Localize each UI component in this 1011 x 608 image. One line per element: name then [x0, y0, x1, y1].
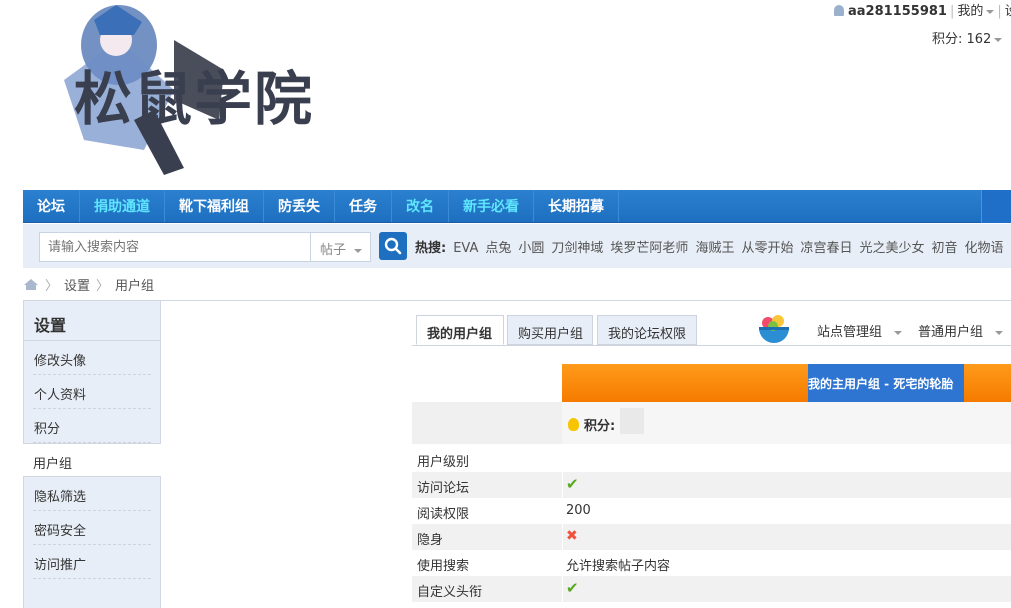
- chevron-down-icon: [894, 330, 903, 335]
- nav-item[interactable]: 靴下福利组: [165, 190, 264, 222]
- permission-row: 用户级别: [412, 446, 1011, 472]
- tab-forum-permissions[interactable]: 我的论坛权限: [597, 315, 697, 345]
- user-score-menu[interactable]: 积分: 162: [932, 28, 1003, 47]
- chevron-down-icon: [994, 37, 1003, 42]
- sidebar-item[interactable]: 密码安全: [33, 511, 151, 545]
- divider: [160, 300, 1011, 301]
- chevron-down-icon: [995, 330, 1004, 335]
- hot-search-link[interactable]: 凉宫春日: [800, 241, 852, 256]
- tab-my-usergroup[interactable]: 我的用户组: [416, 315, 504, 345]
- search-button[interactable]: [379, 232, 407, 260]
- sidebar-item[interactable]: 积分: [33, 409, 151, 443]
- column-divider: [562, 550, 563, 576]
- settings-link[interactable]: 设: [1005, 4, 1011, 19]
- score-label: 积分:: [568, 415, 615, 434]
- hot-search-link[interactable]: 光之美少女: [859, 241, 924, 256]
- sidebar: 设置 修改头像 个人资料 积分 用户组 隐私筛选 密码安全 访问推广: [23, 300, 161, 608]
- hot-search-link[interactable]: 初音: [932, 241, 958, 256]
- main-nav: 论坛 捐助通道 靴下福利组 防丢失 任务 改名 新手必看 长期招募: [23, 190, 1011, 223]
- search-box: [39, 232, 311, 262]
- permission-row: 自定义头衔 ✔: [412, 576, 1011, 602]
- check-icon: ✔: [566, 579, 579, 597]
- nav-item[interactable]: 捐助通道: [80, 190, 165, 222]
- logo-text: 松鼠学院: [74, 65, 315, 133]
- breadcrumb-usergroup[interactable]: 用户组: [115, 279, 154, 294]
- breadcrumb: 〉设置〉用户组: [23, 275, 154, 294]
- hot-search-link[interactable]: 海贼王: [695, 241, 734, 256]
- tab-buy-usergroup[interactable]: 购买用户组: [507, 315, 593, 345]
- sidebar-item[interactable]: 隐私筛选: [33, 477, 151, 511]
- home-icon[interactable]: [23, 278, 39, 291]
- permission-label: 阅读权限: [417, 507, 470, 522]
- my-menu[interactable]: 我的: [957, 4, 995, 19]
- permission-row: 阅读权限 200: [412, 498, 1011, 524]
- search-icon: [384, 237, 402, 255]
- dropdown-normal-user[interactable]: 普通用户组: [918, 321, 1004, 340]
- group-title: 我的主用户组 - 死宅的轮胎: [808, 364, 964, 402]
- permission-value: 200: [566, 503, 591, 518]
- breadcrumb-settings[interactable]: 设置: [64, 279, 90, 294]
- nav-item[interactable]: 论坛: [23, 190, 80, 222]
- hot-search-link[interactable]: 刀剑神域: [551, 241, 603, 256]
- search-type-select[interactable]: 帖子: [311, 232, 371, 262]
- permission-label: 使用搜索: [417, 559, 470, 574]
- nav-item[interactable]: 任务: [335, 190, 392, 222]
- username-link[interactable]: aa281155981: [848, 4, 947, 19]
- chevron-down-icon: [354, 248, 363, 253]
- permission-label: 自定义头衔: [417, 585, 483, 600]
- column-divider: [562, 576, 563, 602]
- column-divider: [562, 524, 563, 550]
- permission-row: 隐身 ✖: [412, 524, 1011, 550]
- search-input[interactable]: [40, 233, 310, 261]
- nav-extra[interactable]: [981, 190, 1011, 223]
- permission-row: 使用搜索 允许搜索帖子内容: [412, 550, 1011, 576]
- usergroup-icon: [759, 315, 789, 343]
- column-divider: [562, 498, 563, 524]
- sidebar-item[interactable]: 用户组: [23, 443, 161, 477]
- search-bar: 帖子 热搜:EVA点兔小圆刀剑神域埃罗芒阿老师海贼王从零开始凉宫春日光之美少女初…: [23, 224, 1011, 268]
- user-bar: aa281155981|我的|设: [834, 0, 1011, 19]
- check-icon: ✔: [566, 475, 579, 493]
- nav-item[interactable]: 长期招募: [534, 190, 619, 222]
- permission-value: 允许搜索帖子内容: [566, 559, 671, 574]
- nav-item[interactable]: 改名: [392, 190, 449, 222]
- hot-search-link[interactable]: 点兔: [485, 241, 511, 256]
- column-divider: [562, 446, 563, 472]
- sidebar-item[interactable]: 个人资料: [33, 375, 151, 409]
- sidebar-item[interactable]: 访问推广: [33, 545, 151, 579]
- permission-row: 访问论坛 ✔: [412, 472, 1011, 498]
- nav-item[interactable]: 防丢失: [264, 190, 335, 222]
- user-icon: [834, 5, 844, 16]
- column-divider: [562, 472, 563, 498]
- hot-search-link[interactable]: EVA: [453, 241, 478, 256]
- hot-searches: 热搜: EVA 点兔 小圆 刀剑神域 埃罗芒阿老师 海贼王 从零开始 凉宫春日 光之美少女 初音 化物…: [415, 241, 1004, 256]
- dropdown-site-admin[interactable]: 站点管理组: [817, 321, 903, 340]
- sidebar-title: 设置: [24, 301, 160, 341]
- hot-search-link[interactable]: 小圆: [518, 241, 544, 256]
- chevron-down-icon: [986, 9, 995, 14]
- site-logo[interactable]: 松鼠学院: [24, 0, 354, 180]
- score-value-blur: [620, 408, 644, 434]
- permission-label: 隐身: [417, 533, 444, 548]
- tab-divider: [412, 345, 1011, 346]
- cross-icon: ✖: [566, 528, 578, 544]
- permission-label: 访问论坛: [417, 481, 470, 496]
- hot-search-link[interactable]: 从零开始: [741, 241, 793, 256]
- bulb-icon: [568, 418, 579, 431]
- hot-search-link[interactable]: 埃罗芒阿老师: [610, 241, 688, 256]
- sidebar-item[interactable]: 修改头像: [33, 341, 151, 375]
- hot-search-link[interactable]: 化物语: [965, 241, 1004, 256]
- nav-item[interactable]: 新手必看: [449, 190, 534, 222]
- permission-label: 用户级别: [417, 455, 470, 470]
